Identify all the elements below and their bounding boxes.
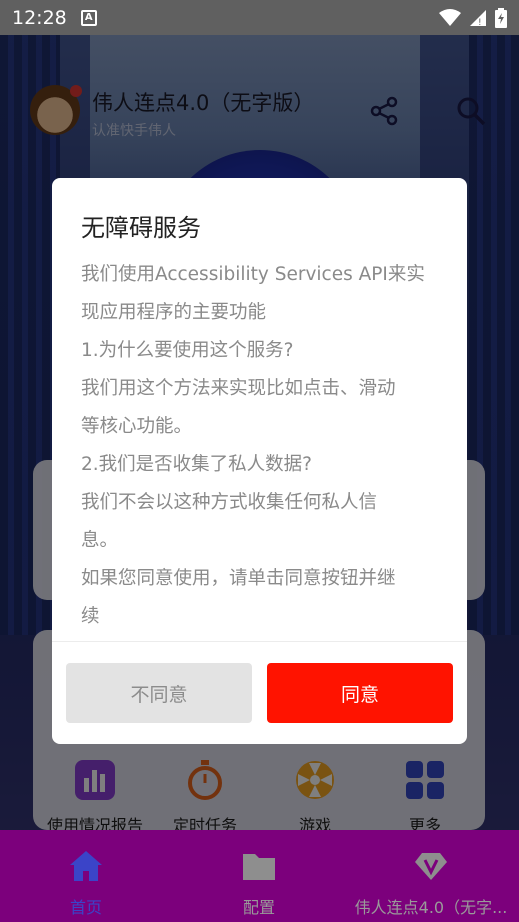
nav-item-vip[interactable]: 伟人连点4.0（无字...: [345, 830, 517, 922]
dialog-line: 我们不会以这种方式收集任何私人信: [81, 492, 378, 513]
dialog-body: 我们使用Accessibility Services API来实 现应用程序的主…: [81, 256, 446, 636]
disagree-button[interactable]: 不同意: [66, 663, 252, 723]
notification-a-icon: A: [80, 9, 97, 26]
status-right-icons: !: [439, 7, 507, 28]
wifi-icon: [439, 8, 461, 26]
dialog-line: 2.我们是否收集了私人数据?: [81, 454, 312, 475]
dialog-title: 无障碍服务: [81, 214, 201, 242]
dialog-line: 等核心功能。: [81, 416, 193, 437]
dialog-line: 息。: [81, 530, 119, 551]
nav-label: 伟人连点4.0（无字...: [354, 898, 508, 917]
svg-text:!: !: [478, 18, 482, 27]
dialog-line: 如果您同意使用，请单击同意按钮并继: [81, 568, 396, 589]
status-time: 12:28: [12, 6, 67, 29]
agree-button[interactable]: 同意: [267, 663, 453, 723]
dialog-divider: [52, 641, 467, 642]
bottom-navigation: 首页 配置 伟人连点4.0（无字...: [0, 830, 519, 922]
dialog-line: 我们使用Accessibility Services API来实: [81, 264, 425, 285]
nav-item-config[interactable]: 配置: [211, 830, 307, 922]
battery-icon: [495, 7, 507, 28]
folder-icon: [243, 854, 275, 880]
dialog-line: 1.为什么要使用这个服务?: [81, 340, 294, 361]
nav-item-home[interactable]: 首页: [38, 830, 134, 922]
status-bar: 12:28 A !: [0, 0, 519, 35]
nav-label: 配置: [242, 898, 275, 917]
dialog-line: 续: [81, 606, 100, 627]
nav-label: 首页: [69, 898, 102, 917]
dialog-line: 现应用程序的主要功能: [81, 302, 267, 323]
dialog-line: 我们用这个方法来实现比如点击、滑动: [81, 378, 396, 399]
signal-icon: !: [470, 9, 486, 27]
home-icon: [70, 851, 102, 881]
vip-icon: [415, 853, 447, 880]
accessibility-dialog: 无障碍服务 我们使用Accessibility Services API来实 现…: [52, 178, 467, 744]
